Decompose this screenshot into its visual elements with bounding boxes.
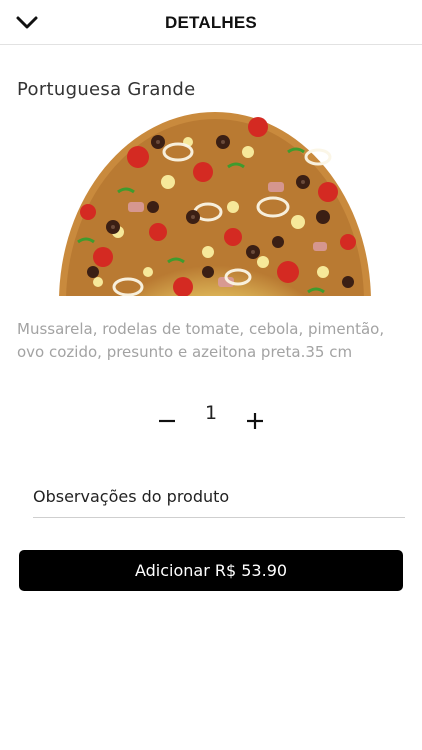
quantity-stepper: 1 <box>0 400 422 440</box>
product-name: Portuguesa Grande <box>17 79 196 100</box>
increase-quantity-button[interactable] <box>243 408 267 432</box>
minus-icon <box>159 419 175 423</box>
page-title: DETALHES <box>165 13 257 32</box>
product-image <box>58 112 372 296</box>
observations-input[interactable] <box>33 478 405 518</box>
plus-icon <box>247 413 263 429</box>
add-to-cart-button[interactable]: Adicionar R$ 53.90 <box>19 550 403 591</box>
quantity-value: 1 <box>204 402 218 424</box>
product-description: Mussarela, rodelas de tomate, cebola, pi… <box>17 320 385 361</box>
top-bar: DETALHES <box>0 0 422 45</box>
decrease-quantity-button[interactable] <box>155 408 179 432</box>
